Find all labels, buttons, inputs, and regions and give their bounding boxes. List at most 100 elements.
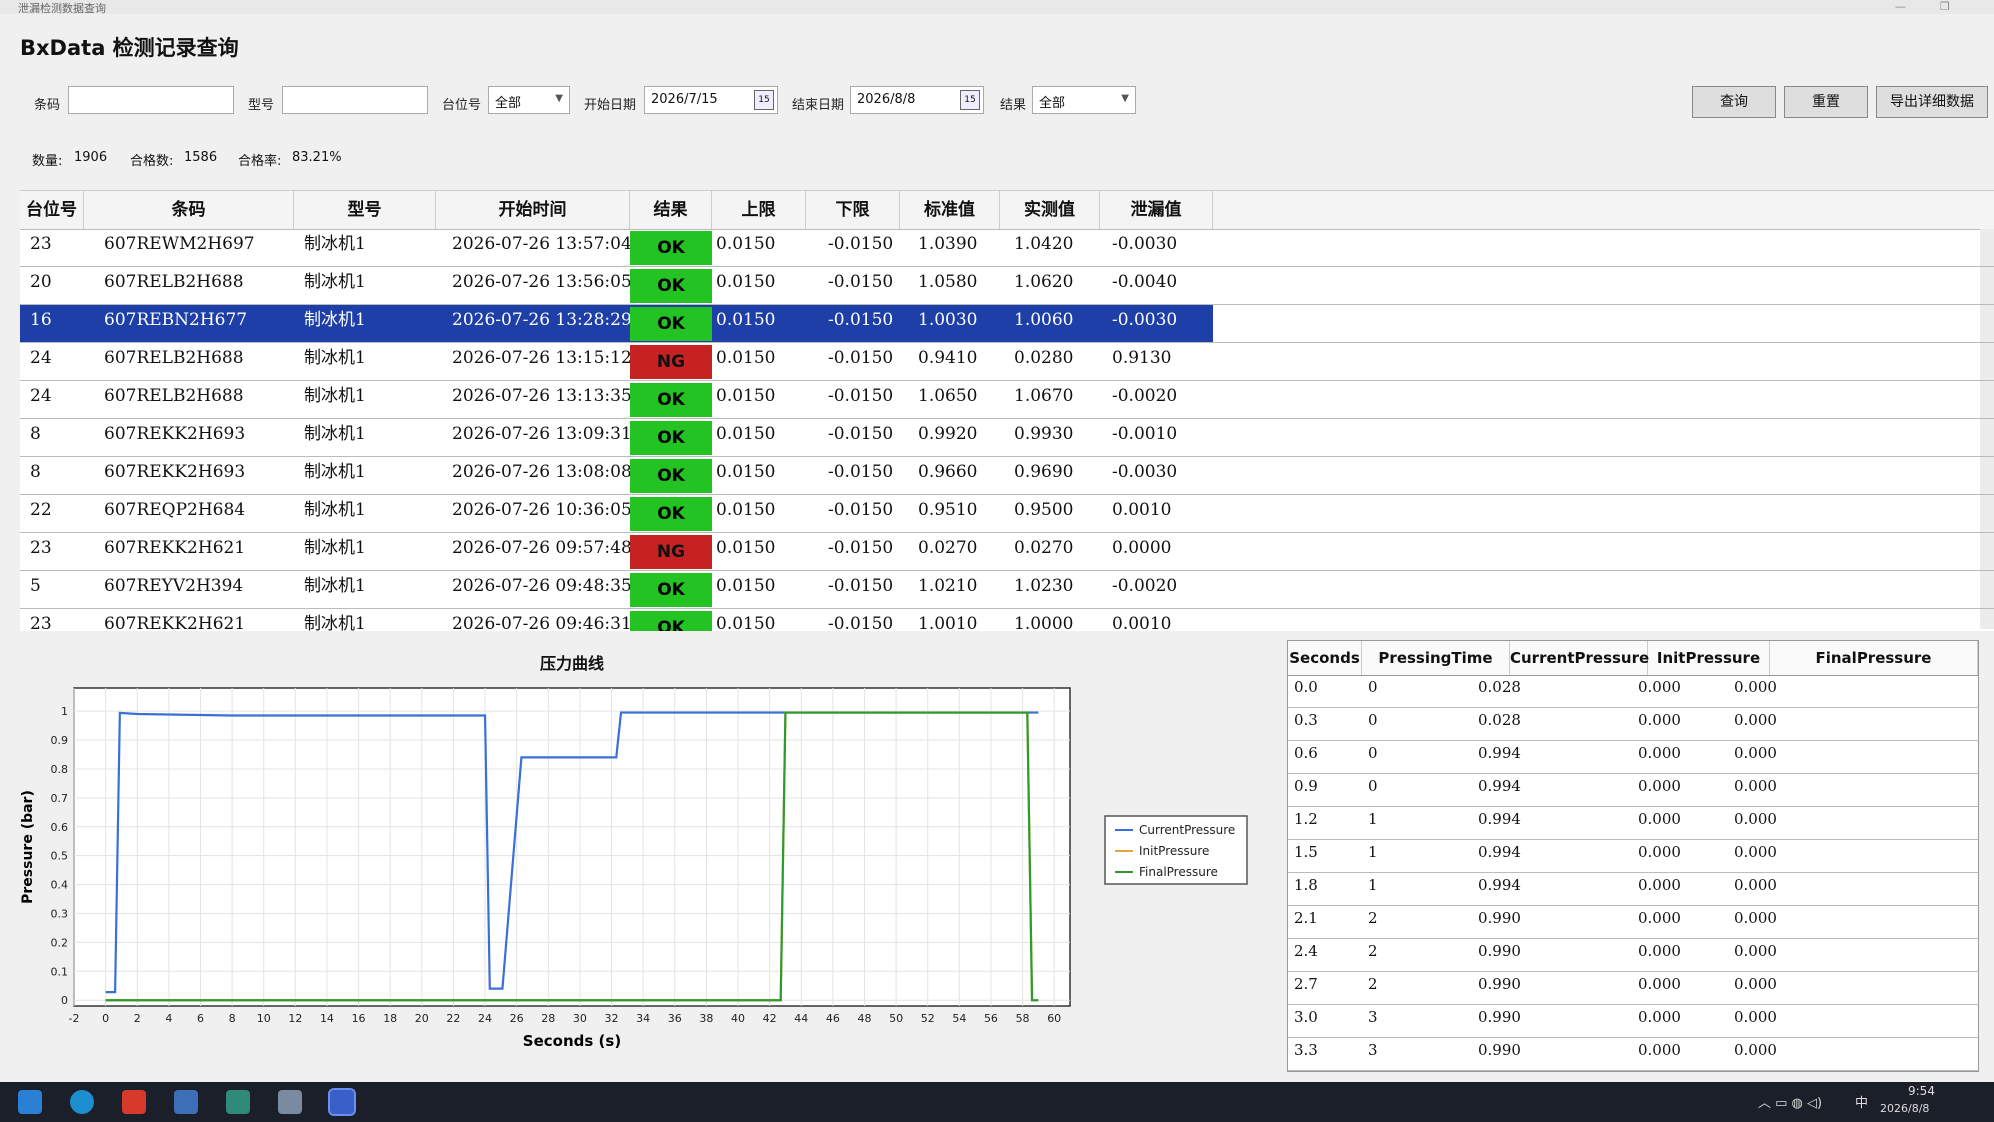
cell-std: 0.9510	[918, 500, 978, 520]
table-row[interactable]: 24 607RELB2H688 制冰机1 2026-07-26 13:15:12 NG 0…	[20, 343, 1994, 381]
list-item[interactable]: 1.8 1 0.994 0.000 0.000	[1288, 873, 1978, 906]
rate-value: 83.21%	[292, 150, 342, 165]
calendar-icon[interactable]: 15	[960, 90, 980, 110]
list-item[interactable]: 3.0 3 0.990 0.000 0.000	[1288, 1005, 1978, 1038]
active-app-icon[interactable]	[328, 1088, 356, 1116]
list-item[interactable]: 0.6 0 0.994 0.000 0.000	[1288, 741, 1978, 774]
table-row[interactable]: 8 607REKK2H693 制冰机1 2026-07-26 13:09:31 OK 0.…	[20, 419, 1994, 457]
column-header-model[interactable]: 型号	[294, 191, 436, 229]
table-row[interactable]: 8 607REKK2H693 制冰机1 2026-07-26 13:08:08 OK 0.…	[20, 457, 1994, 495]
tool-app-icon[interactable]	[226, 1090, 250, 1114]
list-item[interactable]: 1.5 1 0.994 0.000 0.000	[1288, 840, 1978, 873]
reset-button[interactable]: 重置	[1784, 86, 1868, 118]
cell-time: 2026-07-26 13:08:08	[452, 462, 630, 482]
detail-header-init-pressure[interactable]: InitPressure	[1648, 641, 1770, 675]
cell-actual: 0.0270	[1014, 538, 1074, 558]
list-item[interactable]: 3.3 3 0.990 0.000 0.000	[1288, 1038, 1978, 1071]
cell-model: 制冰机1	[304, 576, 366, 596]
detail-header-final-pressure[interactable]: FinalPressure	[1770, 641, 1978, 675]
table-row[interactable]: 22 607REQP2H684 制冰机1 2026-07-26 10:36:05 OK 0…	[20, 495, 1994, 533]
cell-station: 24	[30, 348, 52, 368]
model-input[interactable]	[282, 86, 428, 114]
column-header-station[interactable]: 台位号	[20, 191, 84, 229]
detail-cell-pressing-time: 2	[1368, 975, 1378, 993]
table-row[interactable]: 16 607REBN2H677 制冰机1 2026-07-26 13:28:29 OK 0…	[20, 305, 1994, 343]
calendar-icon[interactable]: 15	[754, 90, 774, 110]
query-button[interactable]: 查询	[1692, 86, 1776, 118]
clock-date[interactable]: 2026/8/8	[1880, 1102, 1929, 1115]
plot-area	[73, 687, 1071, 1007]
column-header-time[interactable]: 开始时间	[436, 191, 630, 229]
window-titlebar: 泄漏检测数据查询 — ❐	[0, 0, 1994, 15]
detail-header-pressing-time[interactable]: PressingTime	[1362, 641, 1510, 675]
result-badge: OK	[630, 269, 712, 303]
end-date-label: 结束日期	[792, 98, 845, 113]
cell-model: 制冰机1	[304, 272, 366, 292]
office-app-icon[interactable]	[122, 1090, 146, 1114]
maximize-icon[interactable]: ❐	[1940, 0, 1950, 13]
tray-icons[interactable]: ︿ ▭ ◍ ◁)	[1758, 1092, 1822, 1111]
station-select[interactable]: 全部 ▼	[488, 86, 570, 114]
table-row[interactable]: 24 607RELB2H688 制冰机1 2026-07-26 13:13:35 OK 0…	[20, 381, 1994, 419]
cell-station: 16	[30, 310, 52, 330]
cell-station: 23	[30, 234, 52, 254]
start-date-picker[interactable]: 2026/7/15 15	[644, 86, 778, 114]
x-axis-label: Seconds (s)	[523, 1032, 621, 1050]
cell-model: 制冰机1	[304, 538, 366, 558]
table-row[interactable]: 5 607REYV2H394 制冰机1 2026-07-26 09:48:35 OK 0.…	[20, 571, 1994, 609]
document-app-icon[interactable]	[174, 1090, 198, 1114]
explorer-app-icon[interactable]	[278, 1090, 302, 1114]
cell-upper: 0.0150	[716, 348, 776, 368]
column-header-result[interactable]: 结果	[630, 191, 712, 229]
end-date-picker[interactable]: 2026/8/8 15	[850, 86, 984, 114]
table-row[interactable]: 23 607REKK2H621 制冰机1 2026-07-26 09:46:31 OK 0…	[20, 609, 1994, 631]
cell-upper: 0.0150	[716, 234, 776, 254]
list-item[interactable]: 2.1 2 0.990 0.000 0.000	[1288, 906, 1978, 939]
table-row[interactable]: 20 607RELB2H688 制冰机1 2026-07-26 13:56:05 OK 0…	[20, 267, 1994, 305]
cell-lower: -0.0150	[828, 310, 894, 330]
records-grid: 台位号 条码 型号 开始时间 结果 上限 下限 标准值 实测值 泄漏值 23 607REWM2H69…	[20, 190, 1994, 631]
windows-start-icon[interactable]	[18, 1090, 42, 1114]
detail-header-seconds[interactable]: Seconds	[1288, 641, 1362, 675]
result-badge: OK	[630, 421, 712, 455]
detail-header-current-pressure[interactable]: CurrentPressure	[1510, 641, 1649, 675]
cell-time: 2026-07-26 13:57:04	[452, 234, 630, 254]
barcode-input[interactable]	[68, 86, 234, 114]
column-header-lower[interactable]: 下限	[806, 191, 900, 229]
column-header-std[interactable]: 标准值	[900, 191, 1000, 229]
clock-time[interactable]: 9:54	[1908, 1084, 1935, 1098]
ime-indicator[interactable]: 中	[1855, 1092, 1868, 1111]
cell-upper: 0.0150	[716, 614, 776, 631]
cell-lower: -0.0150	[828, 538, 894, 558]
table-row[interactable]: 23 607REWM2H697 制冰机1 2026-07-26 13:57:04 OK 0…	[20, 229, 1994, 267]
list-item[interactable]: 1.2 1 0.994 0.000 0.000	[1288, 807, 1978, 840]
x-tick-label: 28	[541, 1012, 555, 1025]
column-header-leak[interactable]: 泄漏值	[1100, 191, 1213, 229]
detail-cell-final-pressure: 0.000	[1734, 942, 1777, 960]
result-select[interactable]: 全部 ▼	[1032, 86, 1136, 114]
list-item[interactable]: 0.9 0 0.994 0.000 0.000	[1288, 774, 1978, 807]
y-tick-label: 0.1	[51, 965, 69, 978]
x-tick-label: 10	[257, 1012, 271, 1025]
list-item[interactable]: 2.4 2 0.990 0.000 0.000	[1288, 939, 1978, 972]
column-header-upper[interactable]: 上限	[712, 191, 806, 229]
count-label: 数量:	[32, 154, 63, 169]
cell-actual: 1.0230	[1014, 576, 1074, 596]
detail-cell-seconds: 0.9	[1294, 777, 1318, 795]
list-item[interactable]: 2.7 2 0.990 0.000 0.000	[1288, 972, 1978, 1005]
table-row[interactable]: 23 607REKK2H621 制冰机1 2026-07-26 09:57:48 NG 0…	[20, 533, 1994, 571]
list-item[interactable]: 0.3 0 0.028 0.000 0.000	[1288, 708, 1978, 741]
column-header-actual[interactable]: 实测值	[1000, 191, 1100, 229]
minimize-icon[interactable]: —	[1895, 0, 1906, 13]
detail-cell-current-pressure: 0.994	[1478, 810, 1521, 828]
y-tick-label: 0.9	[51, 734, 69, 747]
export-button[interactable]: 导出详细数据	[1876, 86, 1988, 118]
cell-barcode: 607RELB2H688	[104, 348, 244, 368]
cell-leak: -0.0020	[1112, 576, 1178, 596]
chevron-down-icon: ▼	[1121, 93, 1129, 104]
x-tick-label: 18	[383, 1012, 397, 1025]
column-header-barcode[interactable]: 条码	[84, 191, 294, 229]
list-item[interactable]: 0.0 0 0.028 0.000 0.000	[1288, 675, 1978, 708]
edge-browser-icon[interactable]	[70, 1090, 94, 1114]
station-label: 台位号	[442, 98, 482, 113]
